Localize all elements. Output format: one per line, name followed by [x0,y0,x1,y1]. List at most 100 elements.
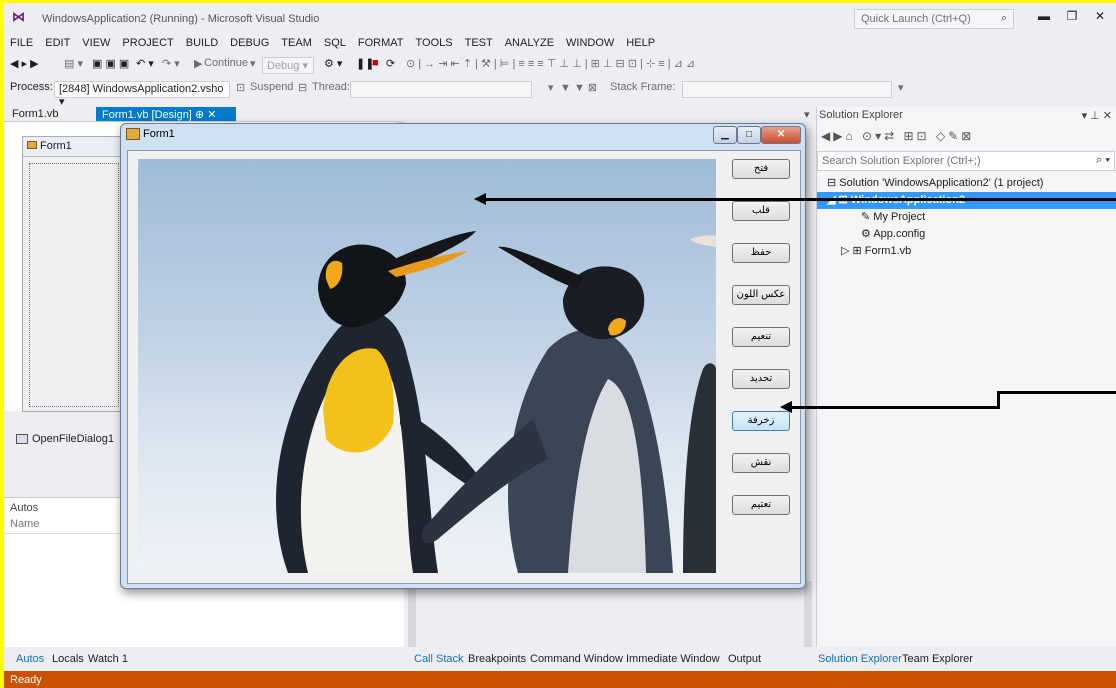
close-button[interactable]: ✕ [1090,9,1110,23]
tab-team-explorer[interactable]: Team Explorer [902,653,973,665]
menu-format[interactable]: FORMAT [358,34,404,52]
tree-item-solution[interactable]: ⊟ Solution 'WindowsApplication2' (1 proj… [817,175,1116,192]
tree-item-label: My Project [873,211,926,223]
decorate-button[interactable]: زخرفة [732,411,790,431]
tab-call-stack[interactable]: Call Stack [414,653,464,665]
continue-dropdown-icon[interactable]: ▾ [250,57,256,70]
menu-file[interactable]: FILE [10,34,33,52]
continue-button[interactable]: Continue [204,57,248,69]
flag-thread-icon[interactable]: ▼ ▼ ⊠ [560,81,597,94]
open-button[interactable]: فتح [732,159,790,179]
darken-button[interactable]: تعتيم [732,495,790,515]
component-tray-item[interactable]: OpenFileDialog1 [16,433,114,445]
form-minimize-button[interactable]: ▁ [713,126,737,144]
emboss-button[interactable]: نقش [732,453,790,473]
solution-explorer-toolbar[interactable]: ◀▶⌂ ⊙▾⇄ ⊞⊡ ◇✎⊠ [821,129,974,143]
menu-project[interactable]: PROJECT [122,34,173,52]
suspend-button[interactable]: Suspend [250,81,293,93]
menu-help[interactable]: HELP [626,34,655,52]
tree-item-form1[interactable]: ▷ ⊞ Form1.vb [817,243,1116,260]
quick-launch-input[interactable]: Quick Launch (Ctrl+Q) ⌕ [854,9,1014,29]
bottom-tool-tabs: Autos Locals Watch 1 Call Stack Breakpoi… [4,651,1116,669]
back-icon[interactable]: ◀ ▸ ▶ [10,57,39,70]
penguin-picturebox[interactable] [138,159,716,573]
form-close-button[interactable]: ✕ [761,126,801,144]
tree-item-label: App.config [873,228,926,240]
panel-pin-close-icon[interactable]: ▾ ⊥ ✕ [1082,109,1112,122]
running-form-window[interactable]: Form1 ▁ □ ✕ فتح قلب حفظ عكس اللون تنعيم … [120,123,806,589]
form-icon [27,141,37,149]
attach-icon[interactable]: ⚙ ▾ [324,57,342,70]
visual-studio-window: ⋈ WindowsApplication2 (Running) - Micros… [4,3,1116,688]
menu-build[interactable]: BUILD [186,34,218,52]
penguins-image [276,231,716,573]
annotation-arrow-decorate-top [997,391,1116,394]
process-label: Process: [10,81,53,93]
dialog-icon [16,434,28,445]
tab-list-dropdown-icon[interactable]: ▾ [798,107,816,123]
tab-watch-1[interactable]: Watch 1 [88,653,128,665]
restart-icon[interactable]: ⟳ [386,57,395,70]
tab-output[interactable]: Output [728,653,761,665]
output-scrollbar-left[interactable] [408,581,416,647]
new-project-icon[interactable]: ▤ ▾ [64,57,83,70]
tab-autos[interactable]: Autos [16,653,44,665]
close-tab-icon[interactable]: ✕ [207,109,216,121]
output-scrollbar-right[interactable] [804,581,812,647]
menu-edit[interactable]: EDIT [45,34,70,52]
menu-team[interactable]: TEAM [281,34,312,52]
annotation-arrow-picturebox [484,198,1116,201]
suspend-icon[interactable]: ⊡ [236,81,245,94]
form-client-area: فتح قلب حفظ عكس اللون تنعيم تحديد زخرفة … [127,150,801,584]
undo-icon[interactable]: ↶ ▾ [136,57,154,70]
menu-sql[interactable]: SQL [324,34,346,52]
save-all-icon[interactable]: ▣ ▣ ▣ [92,57,129,70]
minimize-button[interactable]: ▬ [1034,9,1054,23]
menu-tools[interactable]: TOOLS [416,34,453,52]
stop-debugging-icon[interactable]: ■ [372,57,379,69]
flip-button[interactable]: قلب [732,201,790,221]
pin-icon[interactable]: ⊕ [195,109,204,121]
restore-button[interactable]: ❐ [1062,9,1082,23]
outline-button[interactable]: تحديد [732,369,790,389]
menu-bar: FILE EDIT VIEW PROJECT BUILD DEBUG TEAM SQL FORM… [4,34,1116,52]
solution-search-input[interactable]: Search Solution Explorer (Ctrl+;) ⌕ ▾ [817,151,1115,171]
redo-icon[interactable]: ↷ ▾ [162,57,180,70]
thread-dropdown-icon[interactable]: ▾ [548,81,554,94]
menu-window[interactable]: WINDOW [566,34,614,52]
search-icon: ⌕ ▾ [1096,154,1110,166]
solution-config-select[interactable]: Debug ▾ [262,57,314,74]
continue-icon[interactable]: ▶ [194,57,202,70]
standard-toolbar: ◀ ▸ ▶ ▤ ▾ ▣ ▣ ▣ ↶ ▾ ↷ ▾ ▶ Continue ▾ Deb… [4,54,1116,76]
show-next-statement-icon[interactable]: ⊙ | → ⇥ ⇤ ⇡ | ⚒ | ⊨ | ≡ ≡ ≡ ⊤ ⊥ ⊥ | ⊞ ⊥ … [406,57,695,70]
quick-launch-placeholder: Quick Launch (Ctrl+Q) [861,13,971,25]
tab-immediate-window[interactable]: Immediate Window [626,653,720,665]
tab-locals[interactable]: Locals [52,653,84,665]
save-button[interactable]: حفظ [732,243,790,263]
menu-analyze[interactable]: ANALYZE [505,34,554,52]
toolbar-options-icon[interactable]: ▾ [898,81,904,94]
tab-breakpoints[interactable]: Breakpoints [468,653,526,665]
menu-debug[interactable]: DEBUG [230,34,269,52]
form-window-icon [126,128,140,140]
menu-test[interactable]: TEST [465,34,493,52]
tab-label: Form1.vb [Design] [102,109,192,121]
menu-view[interactable]: VIEW [82,34,110,52]
expand-arrow-icon: ▷ [841,245,853,257]
thread-select[interactable] [350,81,532,98]
running-form-title: Form1 [143,128,175,140]
invert-color-button[interactable]: عكس اللون [732,285,790,305]
designer-form[interactable]: Form1 [22,136,122,412]
stack-frame-select[interactable] [682,81,892,98]
thread-label: Thread: [312,81,350,93]
smooth-button[interactable]: تنعيم [732,327,790,347]
tree-item-my-project[interactable]: ✎ My Project [817,209,1116,226]
solution-icon: ⊟ [827,177,840,189]
picturebox-placeholder[interactable] [29,163,119,407]
tab-command-window[interactable]: Command Window [530,653,623,665]
tree-item-app-config[interactable]: ⚙ App.config [817,226,1116,243]
tab-solution-explorer[interactable]: Solution Explorer [818,653,902,665]
designer-form-title: Form1 [40,140,72,152]
process-select[interactable]: [2848] WindowsApplication2.vsho ▾ [54,81,230,108]
form-maximize-button[interactable]: □ [737,126,761,144]
